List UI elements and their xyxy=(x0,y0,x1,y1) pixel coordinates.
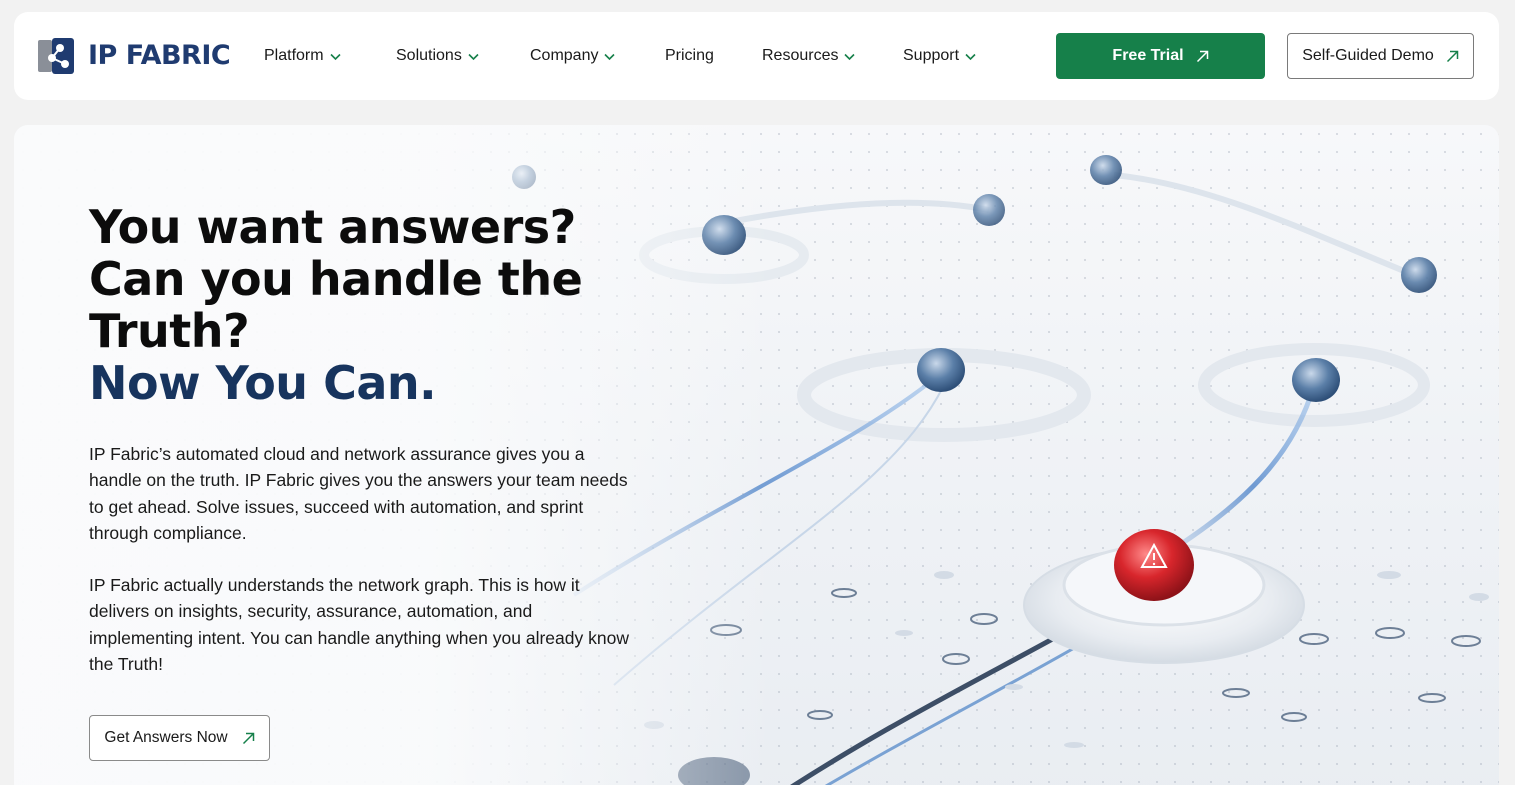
headline-accent: Now You Can. xyxy=(89,356,437,410)
nav-support[interactable]: Support xyxy=(903,12,976,100)
hero-headline: You want answers? Can you handle the Tru… xyxy=(89,201,649,409)
chevron-down-icon xyxy=(330,53,341,60)
arrow-up-right-icon xyxy=(242,732,254,744)
nav-solutions-label: Solutions xyxy=(396,47,462,64)
hero-section: You want answers? Can you handle the Tru… xyxy=(14,125,1499,785)
nav-pricing[interactable]: Pricing xyxy=(665,12,714,100)
headline-line-1: You want answers? xyxy=(89,200,576,254)
logo-text: IP FABRIC xyxy=(88,40,231,71)
self-guided-demo-label: Self-Guided Demo xyxy=(1302,47,1434,64)
arrow-up-right-icon xyxy=(1196,50,1208,62)
headline-line-2: Can you handle the xyxy=(89,252,583,306)
nav-resources[interactable]: Resources xyxy=(762,12,856,100)
nav-platform[interactable]: Platform xyxy=(264,12,341,100)
chevron-down-icon xyxy=(468,53,479,60)
nav-support-label: Support xyxy=(903,47,960,64)
free-trial-label: Free Trial xyxy=(1112,47,1184,64)
nav-platform-label: Platform xyxy=(264,47,324,64)
hero-paragraph-2: IP Fabric actually understands the netwo… xyxy=(89,575,629,674)
chevron-down-icon xyxy=(965,53,976,60)
nav-pricing-label: Pricing xyxy=(665,47,714,64)
headline-line-3: Truth? xyxy=(89,304,250,358)
arrow-up-right-icon xyxy=(1446,50,1459,62)
get-answers-now-label: Get Answers Now xyxy=(104,729,228,746)
logo[interactable]: IP FABRIC xyxy=(38,38,231,74)
nav-company[interactable]: Company xyxy=(530,12,616,100)
get-answers-now-button[interactable]: Get Answers Now xyxy=(89,715,270,761)
nav-company-label: Company xyxy=(530,47,599,64)
chevron-down-icon xyxy=(604,53,616,60)
hero-paragraph-1: IP Fabric’s automated cloud and network … xyxy=(89,444,628,543)
chevron-down-icon xyxy=(844,53,856,60)
ip-fabric-logo-icon xyxy=(38,38,74,74)
self-guided-demo-button[interactable]: Self-Guided Demo xyxy=(1287,33,1474,79)
free-trial-button[interactable]: Free Trial xyxy=(1056,33,1265,79)
nav-solutions[interactable]: Solutions xyxy=(396,12,479,100)
site-header: IP FABRIC Platform Solutions Company Pri… xyxy=(14,12,1499,100)
nav-resources-label: Resources xyxy=(762,47,839,64)
